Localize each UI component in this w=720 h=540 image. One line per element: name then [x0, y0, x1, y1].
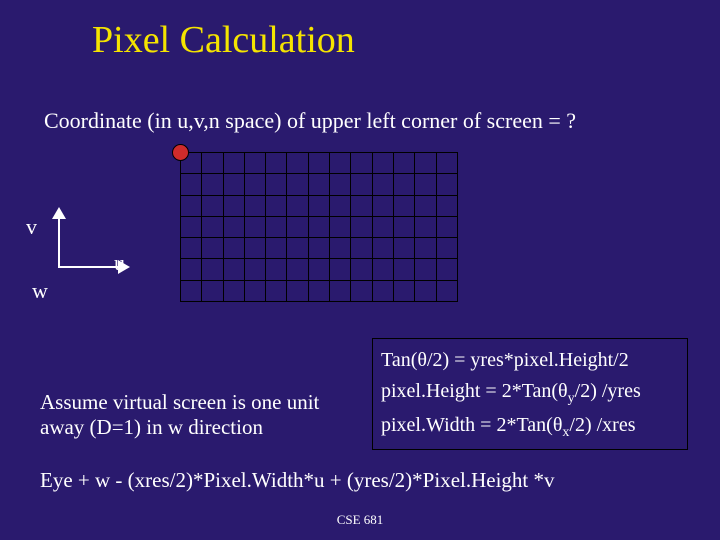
formula-box: Tan(θ/2) = yres*pixel.Height/2 pixel.Hei…	[372, 338, 688, 450]
formula-2: pixel.Height = 2*Tan(θy/2) /yres	[381, 376, 679, 410]
v-axis-arrow-icon	[52, 207, 66, 219]
formula-3: pixel.Width = 2*Tan(θx/2) /xres	[381, 410, 679, 444]
screen-grid	[180, 152, 458, 302]
assumption-text: Assume virtual screen is one unit away (…	[40, 390, 350, 440]
slide-subtitle: Coordinate (in u,v,n space) of upper lef…	[44, 108, 576, 134]
slide-title: Pixel Calculation	[92, 18, 355, 62]
u-axis-line	[58, 266, 120, 268]
slide-footer: CSE 681	[0, 512, 720, 528]
axis-label-u: u	[114, 250, 125, 276]
axis-label-w: w	[32, 278, 48, 304]
axis-label-v: v	[26, 214, 37, 240]
eye-formula: Eye + w - (xres/2)*Pixel.Width*u + (yres…	[40, 468, 555, 493]
coordinate-axes	[38, 210, 158, 290]
grid-table	[180, 152, 458, 302]
upper-left-corner-dot	[172, 144, 189, 161]
formula-1: Tan(θ/2) = yres*pixel.Height/2	[381, 345, 679, 376]
